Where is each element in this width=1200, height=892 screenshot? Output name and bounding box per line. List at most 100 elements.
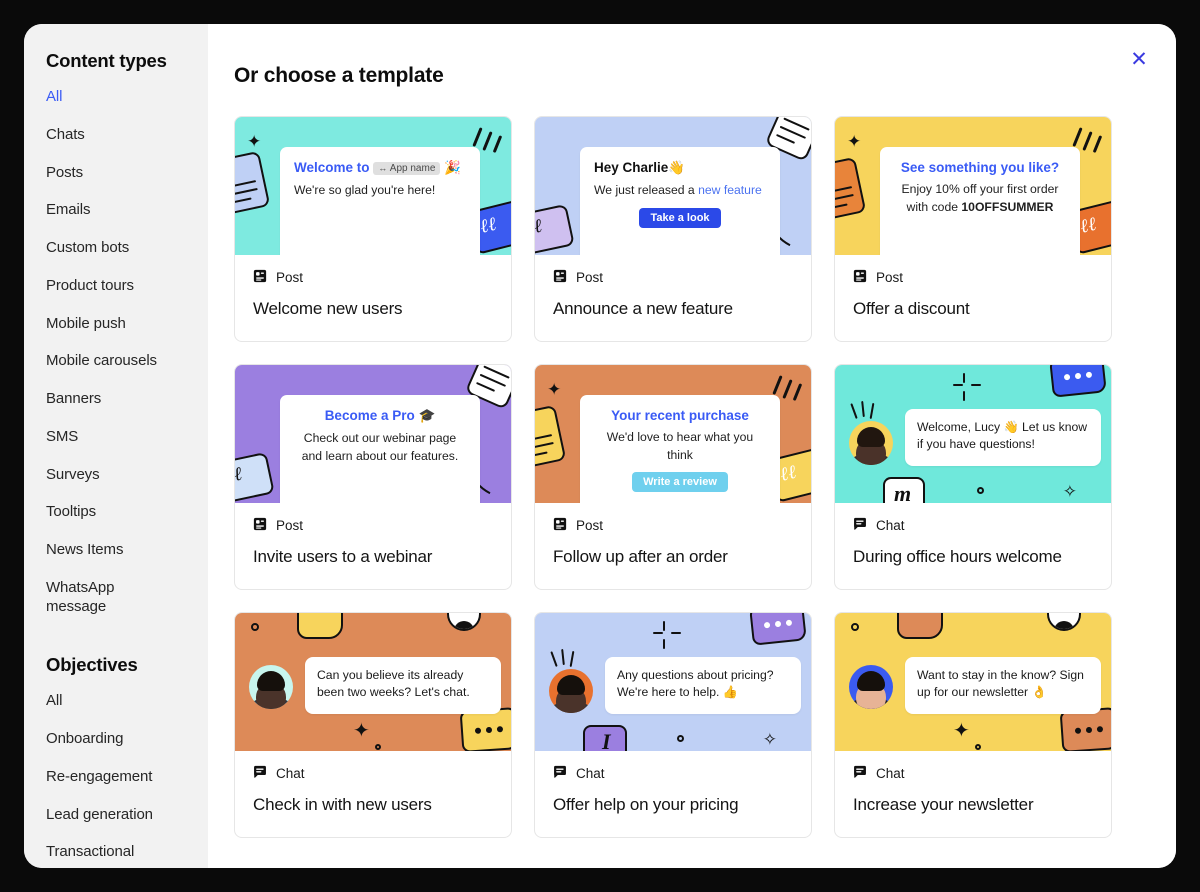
post-icon [553,269,567,286]
sidebar-item-mobile-carousels[interactable]: Mobile carousels [24,352,208,371]
preview-message: Any questions about pricing? We're here … [617,667,774,700]
sidebar-item-mobile-push[interactable]: Mobile push [24,315,208,334]
card-kind: Chat [253,765,493,782]
card-title: Offer help on your pricing [553,794,739,814]
card-kind-label: Post [276,270,304,285]
preview-body: We just released a new feature [594,183,762,197]
card-body: Chat Increase your newsletter [835,751,1111,837]
card-kind: Post [853,269,1093,286]
content-types-heading: Content types [46,50,167,71]
card-body: Chat Check in with new users [235,751,511,837]
avatar [249,664,293,709]
page-title: Or choose a template [234,64,444,87]
sidebar-item-surveys[interactable]: Surveys [24,466,208,485]
preview-message: Welcome, Lucy 👋 Let us know if you have … [917,419,1088,452]
template-card-during-office-hours-welcome[interactable]: m ✧ Welcome, Lucy 👋 Let us know if you h… [834,363,1112,590]
sidebar-item-custom-bots[interactable]: Custom bots [24,239,208,258]
sidebar-item-onboarding[interactable]: Onboarding [24,730,208,749]
card-kind: Chat [553,765,793,782]
card-kind: Post [553,517,793,534]
sidebar-item-posts[interactable]: Posts [24,164,208,183]
card-kind-label: Chat [576,765,605,781]
preview-heading: Hey Charlie👋 [594,160,686,175]
avatar [849,420,893,465]
sidebar-item-all-objectives[interactable]: All [24,692,208,711]
card-kind-label: Chat [876,765,905,781]
wave-emoji: 👋 [668,160,686,175]
card-artwork: ✦ Want to stay in the know? Sign up for … [835,612,1111,751]
template-card-check-in-with-new-users[interactable]: ✦ Can you believe its already been two w… [234,611,512,838]
sidebar-item-tooltips[interactable]: Tooltips [24,503,208,522]
card-body: Post Invite users to a webinar [235,503,511,589]
preview-message: Can you believe its already been two wee… [317,667,470,700]
avatar [849,664,893,709]
card-title: Invite users to a webinar [253,546,433,566]
template-card-offer-help-on-your-pricing[interactable]: I ✧ Any questions about pricing? We're h… [534,611,812,838]
card-kind-label: Post [576,517,604,533]
sidebar-item-lead-generation[interactable]: Lead generation [24,806,208,825]
card-artwork: ✦ l ℓℓ See something you like? Enjoy 10%… [835,117,1111,255]
sidebar-item-chats[interactable]: Chats [24,126,208,145]
card-artwork: ✦ Can you believe its already been two w… [235,612,511,751]
preview-bubble: Want to stay in the know? Sign up for ou… [905,656,1101,714]
template-card-announce-a-new-feature[interactable]: ℓℓ Hey Charlie👋 We just released a new f… [534,116,812,342]
post-icon [253,269,267,286]
preview-body: We're so glad you're here! [294,183,436,197]
card-title: Announce a new feature [553,299,733,318]
card-title: Offer a discount [853,299,970,318]
avatar-badge-icon [447,612,481,631]
card-kind: Post [253,517,493,534]
sidebar-item-news-items[interactable]: News Items [24,541,208,560]
template-card-follow-up-after-an-order[interactable]: ✦ l ℓℓ Your recent purchase We'd love to… [534,363,812,590]
close-icon[interactable]: ✕ [1124,44,1154,74]
template-gallery: ✕ Or choose a template ✦ l ℓℓ [208,24,1176,868]
sidebar-item-transactional[interactable]: Transactional [24,843,208,862]
template-card-increase-your-newsletter[interactable]: ✦ Want to stay in the know? Sign up for … [834,611,1112,838]
chat-icon [253,765,267,782]
preview-body: We'd love to hear what you think [606,429,754,462]
party-popper-emoji: 🎉 [444,160,461,175]
card-body: Chat During office hours welcome [835,503,1111,589]
sidebar-item-re-engagement[interactable]: Re-engagement [24,768,208,787]
preview-bubble: Can you believe its already been two wee… [305,656,501,714]
post-icon [553,517,567,534]
card-body: Post Welcome new users [235,255,511,341]
preview-bubble: Your recent purchase We'd love to hear w… [580,394,780,503]
preview-bubble: Become a Pro 🎓 Check out our webinar pag… [280,394,480,503]
graduation-cap-emoji: 🎓 [418,407,436,423]
card-body: Post Follow up after an order [535,503,811,589]
card-kind: Post [553,269,793,286]
post-icon [853,269,867,286]
preview-bubble: See something you like? Enjoy 10% off yo… [880,147,1080,255]
sidebar-item-all-content[interactable]: All [24,88,208,107]
template-card-invite-users-to-a-webinar[interactable]: ℓℓ Become a Pro 🎓 Check out our webinar … [234,363,512,590]
sidebar-item-banners[interactable]: Banners [24,390,208,409]
card-title: Increase your newsletter [853,794,1034,814]
card-kind: Chat [853,765,1093,782]
card-body: Post Announce a new feature [535,255,811,341]
card-kind-label: Chat [276,765,305,781]
template-card-offer-a-discount[interactable]: ✦ l ℓℓ See something you like? Enjoy 10%… [834,116,1112,342]
content-types-section: Content types All Chats Posts Emails Cus… [24,50,208,616]
chat-icon [553,765,567,782]
card-title: During office hours welcome [853,546,1062,566]
template-card-welcome-new-users[interactable]: ✦ l ℓℓ Welcome to ↔ App name [234,116,512,342]
sidebar-item-sms[interactable]: SMS [24,428,208,447]
sidebar-item-emails[interactable]: Emails [24,201,208,220]
post-icon [253,517,267,534]
sidebar-item-product-tours[interactable]: Product tours [24,277,208,296]
card-kind-label: Post [276,517,304,533]
card-artwork: ℓℓ Become a Pro 🎓 Check out our webinar … [235,364,511,503]
sidebar-item-whatsapp-message[interactable]: WhatsApp message [24,579,124,617]
card-title: Check in with new users [253,794,432,814]
card-kind: Post [253,269,493,286]
card-artwork: ℓℓ Hey Charlie👋 We just released a new f… [535,117,811,255]
card-kind-label: Post [876,270,904,285]
preview-body-2: with code 10OFFSUMMER [906,199,1054,214]
preview-body: Enjoy 10% off your first order [901,182,1059,196]
filters-sidebar: Content types All Chats Posts Emails Cus… [24,24,208,868]
template-grid: ✦ l ℓℓ Welcome to ↔ App name [208,88,1176,838]
card-kind-label: Chat [876,517,905,533]
card-kind-label: Post [576,270,604,285]
card-artwork: ✦ l ℓℓ Welcome to ↔ App name [235,117,511,255]
